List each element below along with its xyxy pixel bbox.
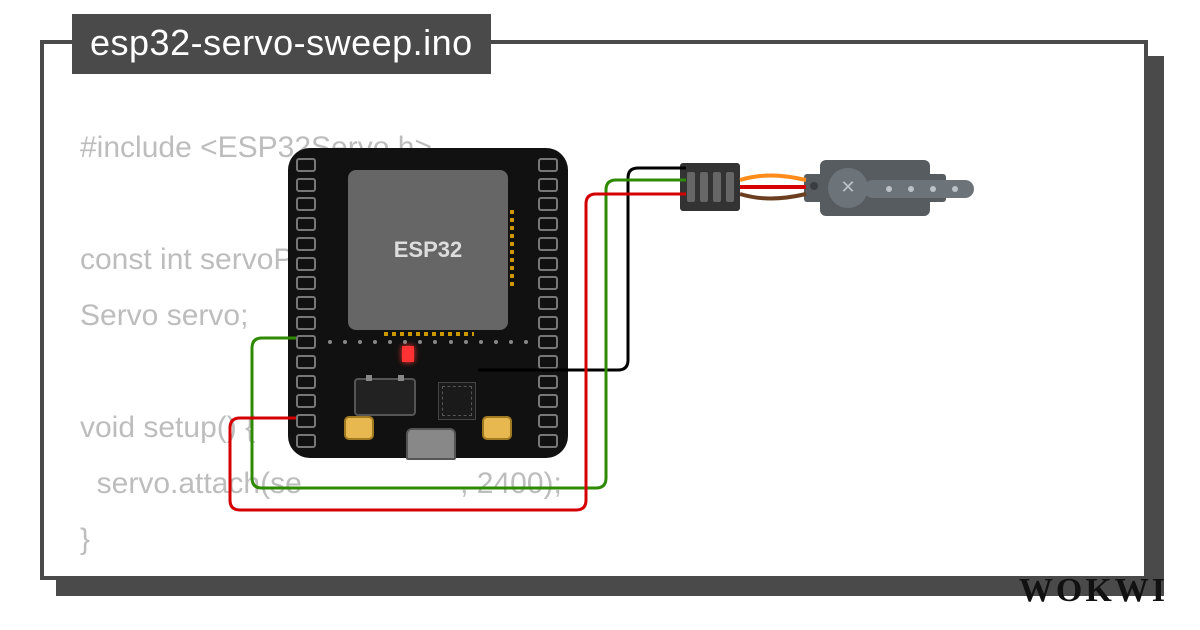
header-right	[538, 158, 560, 448]
code-line: const int servoPi	[80, 243, 300, 276]
servo-hub-icon	[828, 168, 868, 208]
file-title: esp32-servo-sweep.ino	[72, 14, 491, 74]
regulator-chip-icon	[438, 382, 476, 420]
esp32-board: ESP32	[288, 148, 568, 458]
preview-card: esp32-servo-sweep.ino #include <ESP32Ser…	[0, 0, 1200, 630]
servo-motor	[786, 150, 996, 226]
usb-port-icon	[406, 428, 456, 460]
header-left	[296, 158, 318, 448]
pin-row	[328, 340, 528, 350]
code-line: Servo servo;	[80, 299, 248, 332]
mode-switch-icon	[354, 378, 416, 416]
brand-logo: WOKWI	[1019, 572, 1168, 610]
servo-header	[680, 163, 740, 211]
code-line: servo.attach(se	[80, 467, 302, 500]
code-line: , 2400);	[460, 467, 562, 500]
code-line: void setup() {	[80, 411, 255, 444]
esp32-shield: ESP32	[348, 170, 508, 330]
status-led-icon	[402, 346, 414, 362]
chip-label: ESP32	[394, 237, 463, 263]
code-line: }	[80, 523, 90, 556]
enable-button	[482, 416, 512, 440]
servo-horn	[864, 180, 974, 198]
boot-button	[344, 416, 374, 440]
